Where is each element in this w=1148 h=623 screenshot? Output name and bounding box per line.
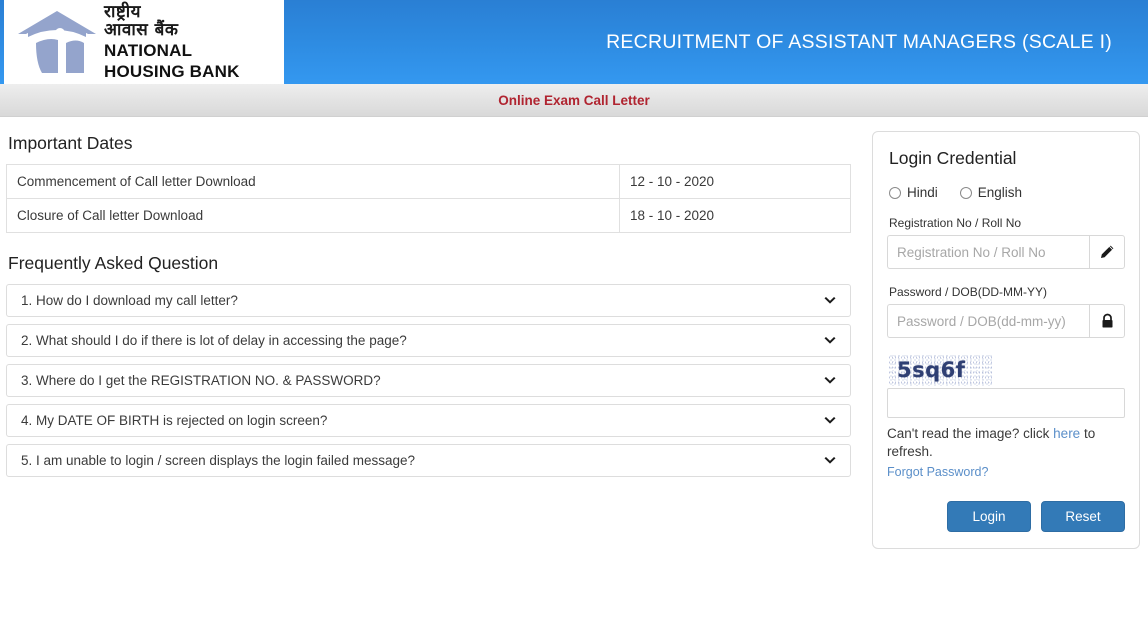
important-dates-heading: Important Dates	[8, 133, 133, 153]
captcha-image: 5sq6f	[889, 354, 993, 386]
page-body: Important Dates Commencement of Call let…	[0, 117, 1148, 550]
chevron-down-icon[interactable]	[822, 373, 838, 389]
faq-item[interactable]: 1. How do I download my call letter?	[6, 284, 851, 317]
lock-icon[interactable]	[1089, 304, 1125, 338]
login-button-row: Login Reset	[887, 501, 1125, 533]
page-title: RECRUITMENT OF ASSISTANT MANAGERS (SCALE…	[606, 30, 1112, 53]
subtitle-bar: Online Exam Call Letter	[0, 84, 1148, 117]
registration-input-group	[887, 235, 1125, 269]
subtitle-text: Online Exam Call Letter	[498, 92, 650, 108]
chevron-down-icon[interactable]	[822, 333, 838, 349]
chevron-down-icon[interactable]	[822, 413, 838, 429]
registration-input[interactable]	[887, 235, 1089, 269]
captcha-refresh-text: Can't read the image? click here to refr…	[887, 425, 1125, 461]
forgot-password-link[interactable]: Forgot Password?	[887, 465, 1125, 479]
radio-option-english[interactable]: English	[959, 185, 1023, 200]
faq-question: 3. Where do I get the REGISTRATION NO. &…	[21, 373, 381, 388]
right-column: Login Credential Hindi English Registrat…	[866, 117, 1148, 550]
logo-hindi-line2: आवास बैंक	[104, 19, 179, 40]
captcha-refresh-link[interactable]: here	[1053, 426, 1080, 441]
date-label: Closure of Call letter Download	[6, 198, 620, 233]
date-value: 12 - 10 - 2020	[619, 164, 851, 199]
captcha-input[interactable]	[887, 388, 1125, 418]
faq-item[interactable]: 3. Where do I get the REGISTRATION NO. &…	[6, 364, 851, 397]
table-row: Commencement of Call letter Download 12 …	[6, 164, 851, 199]
date-label: Commencement of Call letter Download	[6, 164, 620, 199]
password-input-group	[887, 304, 1125, 338]
login-button[interactable]: Login	[947, 501, 1031, 533]
logo-english-line1: NATIONAL	[104, 40, 193, 60]
chevron-down-icon[interactable]	[822, 293, 838, 309]
radio-circle-icon[interactable]	[889, 186, 901, 199]
important-dates-table: Commencement of Call letter Download 12 …	[6, 164, 851, 233]
faq-list: 1. How do I download my call letter? 2. …	[6, 284, 866, 477]
national-housing-bank-logo-icon	[18, 11, 96, 73]
refresh-prefix-text: Can't read the image? click	[887, 426, 1054, 441]
radio-label-hindi: Hindi	[907, 185, 938, 200]
login-panel: Login Credential Hindi English Registrat…	[872, 131, 1140, 550]
chevron-down-icon[interactable]	[822, 453, 838, 469]
faq-question: 5. I am unable to login / screen display…	[21, 453, 415, 468]
logo-hindi-line1: राष्ट्रीय	[104, 1, 142, 22]
page-root: राष्ट्रीय आवास बैंक NATIONAL HOUSING BAN…	[0, 0, 1148, 623]
captcha-text: 5sq6f	[897, 358, 966, 382]
pencil-icon[interactable]	[1089, 235, 1125, 269]
registration-field-label: Registration No / Roll No	[889, 216, 1022, 230]
faq-question: 4. My DATE OF BIRTH is rejected on login…	[21, 413, 328, 428]
radio-option-hindi[interactable]: Hindi	[889, 185, 938, 200]
bank-logo: राष्ट्रीय आवास बैंक NATIONAL HOUSING BAN…	[4, 0, 284, 84]
language-selector: Hindi English	[889, 185, 1125, 200]
password-field-label: Password / DOB(DD-MM-YY)	[889, 285, 1048, 299]
logo-english-line2: HOUSING BANK	[104, 61, 240, 81]
faq-item[interactable]: 2. What should I do if there is lot of d…	[6, 324, 851, 357]
faq-question: 2. What should I do if there is lot of d…	[21, 333, 407, 348]
page-header: राष्ट्रीय आवास बैंक NATIONAL HOUSING BAN…	[0, 0, 1148, 84]
faq-question: 1. How do I download my call letter?	[21, 293, 238, 308]
faq-heading: Frequently Asked Question	[8, 253, 219, 273]
reset-button[interactable]: Reset	[1041, 501, 1125, 533]
table-row: Closure of Call letter Download 18 - 10 …	[6, 198, 851, 233]
radio-label-english: English	[977, 185, 1023, 200]
radio-circle-icon[interactable]	[959, 186, 972, 199]
faq-item[interactable]: 4. My DATE OF BIRTH is rejected on login…	[6, 404, 851, 437]
left-column: Important Dates Commencement of Call let…	[0, 117, 866, 549]
faq-item[interactable]: 5. I am unable to login / screen display…	[6, 444, 851, 477]
login-panel-title: Login Credential	[889, 148, 1017, 168]
date-value: 18 - 10 - 2020	[619, 198, 851, 233]
password-input[interactable]	[887, 304, 1089, 338]
